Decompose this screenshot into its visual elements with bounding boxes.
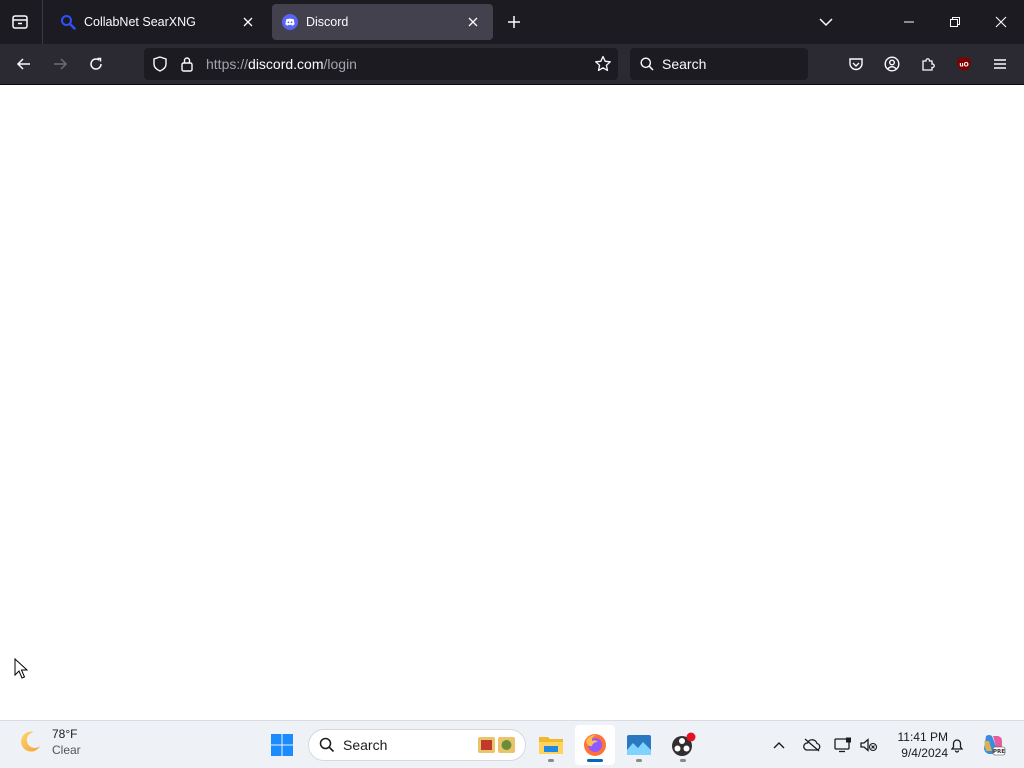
moon-icon: [16, 728, 44, 756]
weather-widget[interactable]: 78°F Clear: [16, 727, 81, 757]
svg-text:uO: uO: [959, 62, 968, 69]
tab-manager-icon: [12, 15, 28, 29]
search-placeholder: Search: [662, 56, 707, 72]
bell-icon: [950, 739, 964, 753]
list-all-tabs-button[interactable]: [0, 0, 40, 44]
back-button[interactable]: [10, 50, 38, 78]
ublock-origin-icon: uO: [957, 57, 971, 71]
pocket-icon: [849, 58, 863, 71]
reload-icon: [90, 57, 102, 70]
volume-tray[interactable]: [858, 725, 880, 765]
account-button[interactable]: [878, 50, 906, 78]
close-tab-icon[interactable]: [238, 12, 258, 32]
obs-icon: [672, 732, 696, 756]
url-scheme: https://: [206, 56, 249, 72]
minimize-icon: [904, 21, 914, 23]
arrow-left-icon: [16, 58, 30, 70]
taskbar-firefox[interactable]: [575, 725, 615, 765]
lock-icon[interactable]: [180, 56, 194, 75]
arrow-right-icon: [54, 58, 68, 70]
system-clock[interactable]: 11:41 PM 9/4/2024: [884, 729, 948, 761]
weather-temperature: 78°F: [52, 727, 78, 741]
restore-icon: [950, 17, 960, 27]
photos-icon: [627, 735, 651, 755]
tab-title: CollabNet SearXNG: [84, 15, 196, 29]
search-icon: [640, 57, 654, 71]
close-icon: [995, 16, 1007, 28]
start-button[interactable]: [262, 725, 302, 765]
running-indicator: [636, 759, 642, 762]
puzzle-piece-icon: [922, 58, 935, 71]
onedrive-tray[interactable]: [800, 725, 824, 765]
firefox-icon: [584, 734, 606, 756]
network-tray[interactable]: [832, 725, 854, 765]
minimize-button[interactable]: [886, 0, 932, 44]
account-icon: [884, 56, 900, 72]
chevron-down-icon: [819, 18, 833, 27]
windows-taskbar: 78°F Clear Search 11:41 PM 9/4/2024 PRE: [0, 720, 1024, 768]
search-magnifier-icon: [60, 14, 76, 30]
tab-title: Discord: [306, 15, 349, 29]
pocket-button[interactable]: [842, 50, 870, 78]
running-indicator: [680, 759, 686, 762]
running-indicator: [587, 759, 603, 762]
tab-overflow-button[interactable]: [803, 0, 849, 44]
hamburger-menu-icon: [994, 59, 1006, 69]
taskbar-photos[interactable]: [619, 725, 659, 765]
extensions-button[interactable]: [914, 50, 942, 78]
start-icon: [271, 734, 293, 756]
search-highlight-icon: [477, 735, 517, 755]
url-host: discord.com: [248, 56, 324, 72]
search-icon: [319, 737, 335, 753]
plus-icon: [508, 16, 520, 28]
taskbar-search-box[interactable]: Search: [308, 729, 526, 761]
taskbar-search-placeholder: Search: [343, 737, 388, 753]
close-window-button[interactable]: [978, 0, 1024, 44]
discord-icon: [282, 14, 298, 30]
restore-button[interactable]: [932, 0, 978, 44]
page-content: [0, 85, 1024, 720]
ublock-origin-button[interactable]: uO: [950, 50, 978, 78]
url-text[interactable]: https://discord.com/login: [206, 56, 357, 72]
cloud-off-icon: [803, 738, 821, 752]
notifications-button[interactable]: [946, 725, 968, 765]
tab-discord[interactable]: Discord: [272, 4, 493, 40]
display-network-icon: [834, 737, 851, 753]
forward-button[interactable]: [46, 50, 74, 78]
speaker-muted-icon: [860, 738, 878, 752]
copilot-icon: PRE: [984, 735, 1006, 756]
clock-time: 11:41 PM: [897, 730, 948, 744]
clock-date: 9/4/2024: [901, 746, 948, 760]
url-path: /login: [323, 56, 357, 72]
close-tab-icon[interactable]: [463, 12, 483, 32]
tab-separator: [42, 0, 43, 44]
search-input[interactable]: Search: [630, 48, 808, 80]
taskbar-obs[interactable]: [663, 725, 703, 765]
mouse-cursor-icon: [14, 657, 29, 683]
app-menu-button[interactable]: [986, 50, 1014, 78]
taskbar-file-explorer[interactable]: [531, 725, 571, 765]
tab-searxng[interactable]: CollabNet SearXNG: [50, 4, 268, 40]
navigation-toolbar: https://discord.com/login Search uO: [0, 44, 1024, 85]
file-explorer-icon: [539, 737, 563, 754]
show-hidden-icons-button[interactable]: [768, 725, 790, 765]
weather-condition: Clear: [52, 743, 81, 757]
copilot-button[interactable]: PRE: [978, 725, 1008, 765]
chevron-up-icon: [773, 742, 785, 749]
shield-icon[interactable]: [152, 56, 168, 75]
new-tab-button[interactable]: [502, 10, 526, 34]
svg-text:PRE: PRE: [993, 749, 1005, 755]
reload-button[interactable]: [82, 50, 110, 78]
address-bar[interactable]: https://discord.com/login: [144, 48, 618, 80]
tab-strip: CollabNet SearXNG Discord: [0, 0, 1024, 44]
running-indicator: [548, 759, 554, 762]
bookmark-star-icon[interactable]: [594, 55, 612, 76]
